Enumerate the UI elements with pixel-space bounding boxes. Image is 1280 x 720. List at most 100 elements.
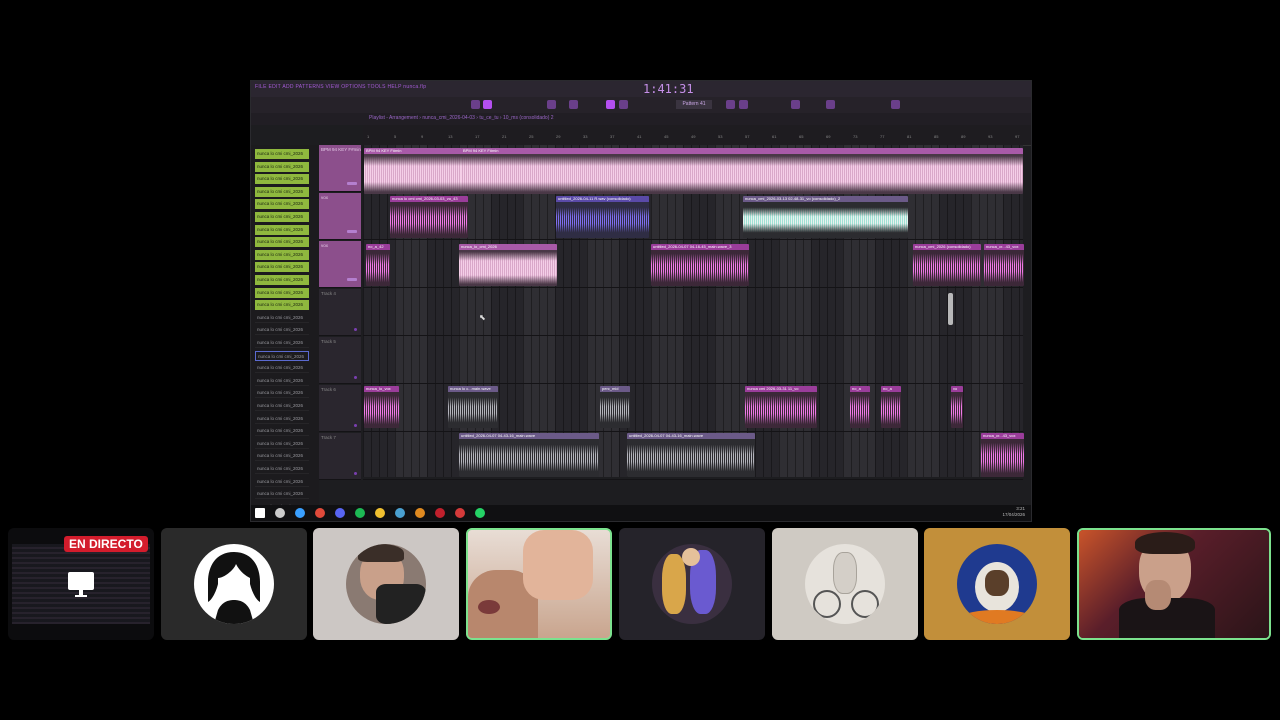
tile-avatar-kid[interactable] [313,528,459,640]
monitor-icon [68,572,94,597]
track-volume-knob[interactable] [354,328,357,331]
browser-item[interactable]: nunca lo cmi cmi_2026 [255,401,309,411]
whatsapp-icon[interactable] [475,508,485,518]
audio-clip[interactable]: untitled_2026-04-07 04-43-16_main.wave [459,433,599,477]
vscode-icon[interactable] [295,508,305,518]
audio-clip[interactable]: BPM 94 KEY F#min [461,148,1023,194]
shared-screen[interactable]: FILE EDIT ADD PATTERNS VIEW OPTIONS TOOL… [250,80,1032,522]
tile-default-avatar[interactable] [161,528,307,640]
browser-item[interactable]: nunca lo cmi cmi_2026 [255,275,309,285]
pattern-selector[interactable]: Pattern 41 [676,100,712,109]
browser-item[interactable]: nunca lo cmi cmi_2026 [255,287,309,298]
audio-clip[interactable]: untitled_2026-04-07 04-43-16_main.wave [627,433,755,477]
browser-item[interactable]: nunca lo cmi cmi_2026 [255,212,309,222]
windows-start-icon[interactable] [255,508,265,518]
audio-clip[interactable]: untitled_2026-04-11 R.wav (consolidado) [556,196,649,238]
mixer-button[interactable] [726,100,735,109]
explorer-icon[interactable] [375,508,385,518]
browser-item[interactable]: nunca lo cmi cmi_2026 [255,174,309,185]
pattern-mode-button[interactable] [547,100,556,109]
browser-item[interactable]: nunca lo cmi cmi_2026 [255,237,309,248]
track-volume-knob[interactable] [354,472,357,475]
discord-icon[interactable] [335,508,345,518]
browser-item[interactable]: nunca lo cmi cmi_2026 [255,376,309,386]
audio-clip[interactable]: untitled_2026-04-07 04-16-45_main.wave_3 [651,244,749,286]
track-volume-knob[interactable] [347,230,357,233]
clip-waveform [600,392,630,428]
track-volume-knob[interactable] [354,424,357,427]
track-header[interactable]: Track 6 [319,385,361,432]
piano-roll-button[interactable] [619,100,628,109]
audio-clip[interactable]: nunca_lo_cmi_2026 [459,244,557,286]
browser-item[interactable]: nunca lo cmi cmi_2026 [255,249,309,260]
audio-clip[interactable]: nunca_lo_vox [364,386,399,428]
tile-camera-boy[interactable] [1077,528,1271,640]
channel-rack-button[interactable] [739,100,748,109]
record-button[interactable] [483,100,492,109]
browser-item[interactable]: nunca lo cmi cmi_2026 [255,149,309,159]
timeline-ruler[interactable]: 1 5 9 13 17 21 25 29 33 37 41 45 49 53 57 61 65 69 73 77 81 8… [363,125,1031,146]
tile-avatar-bike[interactable] [772,528,918,640]
audio-clip[interactable]: vo [951,386,963,428]
audio-clip[interactable]: no_a_42 [366,244,390,286]
browser-item[interactable]: nunca lo cmi cmi_2026 [255,388,309,399]
audio-clip[interactable]: nunca_cr...43_vox [981,433,1024,477]
spotify-icon[interactable] [355,508,365,518]
audio-clip[interactable]: no_a [881,386,901,428]
fl-studio-icon[interactable] [415,508,425,518]
app-icon[interactable] [455,508,465,518]
browser-item[interactable]: nunca lo cmi cmi_2026 [255,325,309,336]
tile-avatar-dance[interactable] [619,528,765,640]
tile-camera-girl[interactable] [466,528,612,640]
audio-clip[interactable]: nunca lo c...main.wave [448,386,498,428]
clip-waveform [390,202,468,238]
chrome-icon[interactable] [315,508,325,518]
notepad-icon[interactable] [395,508,405,518]
track-header[interactable]: Track 4 [319,289,361,336]
audio-clip[interactable]: nunca_cmi_2026 (consolidado) [913,244,981,286]
browser-button[interactable] [791,100,800,109]
browser-item[interactable]: nunca lo cmi cmi_2026 [255,439,309,449]
audio-clip[interactable]: nunca lo cmi cmi_2026-03-03_vo_43 [390,196,468,238]
audio-clip[interactable]: no_a [850,386,870,428]
track-header[interactable]: vox [319,193,361,240]
browser-item[interactable]: nunca lo cmi cmi_2026 [255,300,309,311]
plugin-button[interactable] [826,100,835,109]
audio-clip[interactable]: nunca_cmi_2026-03-13 02-48-31_vo (consol… [743,196,908,238]
browser-item[interactable]: nunca lo cmi cmi_2026 [255,338,309,348]
play-button[interactable] [471,100,480,109]
browser-item[interactable]: nunca lo cmi cmi_2026 [255,224,309,235]
browser-item[interactable]: nunca lo cmi cmi_2026 [255,477,309,487]
browser-item[interactable]: nunca lo cmi cmi_2026 [255,451,309,462]
track-header[interactable]: Track 7 [319,433,361,480]
audio-clip[interactable]: nunca cmi 2026-03-31 11_vo [745,386,817,428]
browser-item[interactable]: nunca lo cmi cmi_2026 [255,350,309,361]
browser-item[interactable]: nunca lo cmi cmi_2026 [255,186,309,197]
tile-avatar-penguin[interactable] [924,528,1070,640]
browser-item[interactable]: nunca lo cmi cmi_2026 [255,161,309,172]
playlist-button[interactable] [606,100,615,109]
obs-icon[interactable] [435,508,445,518]
fl-menubar-path: FILE EDIT ADD PATTERNS VIEW OPTIONS TOOL… [255,84,427,90]
browser-item[interactable]: nunca lo cmi cmi_2026 [255,199,309,210]
browser-item[interactable]: nunca lo cmi cmi_2026 [255,363,309,374]
marker-clip[interactable] [948,293,953,325]
browser-item[interactable]: nunca lo cmi cmi_2026 [255,464,309,474]
audio-clip[interactable]: BPM 94 KEY F#min [364,148,462,194]
browser-item[interactable]: nunca lo cmi cmi_2026 [255,414,309,424]
ruler-tick: 29 [556,134,561,139]
audio-clip[interactable]: perc_mid [600,386,630,428]
audio-clip[interactable]: nunca_cr...43_vox [984,244,1024,286]
browser-item[interactable]: nunca lo cmi cmi_2026 [255,313,309,323]
browser-item[interactable]: nunca lo cmi cmi_2026 [255,426,309,437]
track-volume-knob[interactable] [354,376,357,379]
track-header[interactable]: Track 5 [319,337,361,384]
track-header[interactable]: vox [319,241,361,288]
track-volume-knob[interactable] [347,182,357,185]
browser-item[interactable]: nunca lo cmi cmi_2026 [255,489,309,500]
snap-button[interactable] [569,100,578,109]
browser-item[interactable]: nunca lo cmi cmi_2026 [255,262,309,273]
search-icon[interactable] [275,508,285,518]
track-volume-knob[interactable] [347,278,357,281]
track-header[interactable]: BPM 94 KEY F#min [319,145,361,192]
